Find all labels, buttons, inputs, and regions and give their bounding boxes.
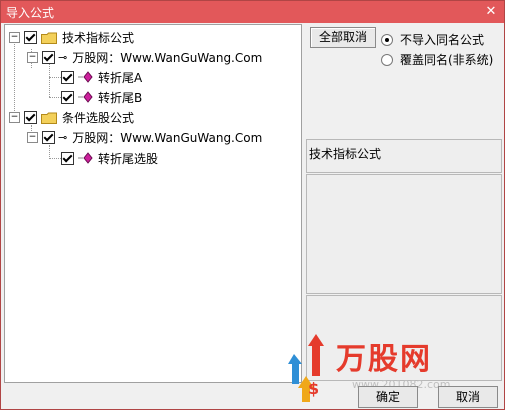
- radio-label: 不导入同名公式: [400, 33, 485, 47]
- radio-no-import[interactable]: 不导入同名公式: [381, 31, 484, 48]
- tree-item[interactable]: 转折尾A: [61, 68, 142, 86]
- formula-type-box: 技术指标公式: [306, 139, 502, 173]
- radio-button[interactable]: [381, 33, 393, 46]
- tree-group-technical[interactable]: − 技术指标公式: [9, 28, 134, 46]
- tree-group-label: 技术指标公式: [62, 30, 135, 45]
- folder-icon: [41, 112, 57, 124]
- tree-item-label: 转折尾选股: [98, 151, 159, 166]
- tree-item[interactable]: 转折尾选股: [61, 149, 158, 167]
- collapse-toggle[interactable]: −: [9, 111, 20, 123]
- tree-group-stock-select[interactable]: − 条件选股公式: [9, 108, 134, 126]
- import-formula-dialog: 导入公式 ✕ − 技术指标公式 − ⊸ 万股网：Www.WanGuWang.Co…: [0, 0, 505, 410]
- confirm-button[interactable]: 确定: [358, 386, 418, 408]
- item-checkbox[interactable]: [61, 70, 74, 84]
- radio-overwrite[interactable]: 覆盖同名(非系统): [381, 51, 493, 68]
- collapse-toggle[interactable]: −: [9, 31, 20, 43]
- group-checkbox[interactable]: [24, 30, 37, 44]
- close-button[interactable]: ✕: [484, 5, 498, 19]
- formula-tree[interactable]: − 技术指标公式 − ⊸ 万股网：Www.WanGuWang.Com 转折尾A …: [4, 24, 302, 383]
- tree-item-label: 转折尾B: [98, 90, 143, 105]
- tree-group-label: 条件选股公式: [62, 110, 135, 125]
- tree-source-label: 万股网：Www.WanGuWang.Com: [72, 50, 263, 65]
- item-checkbox[interactable]: [61, 151, 74, 165]
- deselect-all-button[interactable]: 全部取消: [310, 27, 376, 48]
- watermark-brand: 万股网: [336, 342, 432, 377]
- tree-item[interactable]: 转折尾B: [61, 88, 142, 106]
- collapse-toggle[interactable]: −: [27, 131, 38, 143]
- title-bar[interactable]: 导入公式 ✕: [1, 1, 504, 23]
- radio-label: 覆盖同名(非系统): [400, 53, 494, 67]
- svg-text:$: $: [308, 379, 319, 398]
- tree-source-node[interactable]: − ⊸ 万股网：Www.WanGuWang.Com: [27, 128, 262, 146]
- formula-diamond-icon: [78, 91, 93, 103]
- item-checkbox[interactable]: [61, 90, 74, 104]
- key-icon: ⊸: [58, 130, 68, 144]
- tree-item-label: 转折尾A: [98, 70, 143, 85]
- tree-source-node[interactable]: − ⊸ 万股网：Www.WanGuWang.Com: [27, 48, 262, 66]
- source-checkbox[interactable]: [42, 50, 55, 64]
- group-checkbox[interactable]: [24, 110, 37, 124]
- window-title: 导入公式: [6, 6, 55, 20]
- source-checkbox[interactable]: [42, 130, 55, 144]
- radio-button[interactable]: [381, 53, 393, 66]
- cancel-button[interactable]: 取消: [438, 386, 498, 408]
- formula-diamond-icon: [78, 71, 93, 83]
- key-icon: ⊸: [58, 50, 68, 64]
- folder-icon: [41, 32, 57, 44]
- formula-type-label: 技术指标公式: [309, 147, 382, 161]
- formula-diamond-icon: [78, 152, 93, 164]
- formula-description-box: [306, 174, 502, 294]
- collapse-toggle[interactable]: −: [27, 51, 38, 63]
- tree-source-label: 万股网：Www.WanGuWang.Com: [72, 130, 263, 145]
